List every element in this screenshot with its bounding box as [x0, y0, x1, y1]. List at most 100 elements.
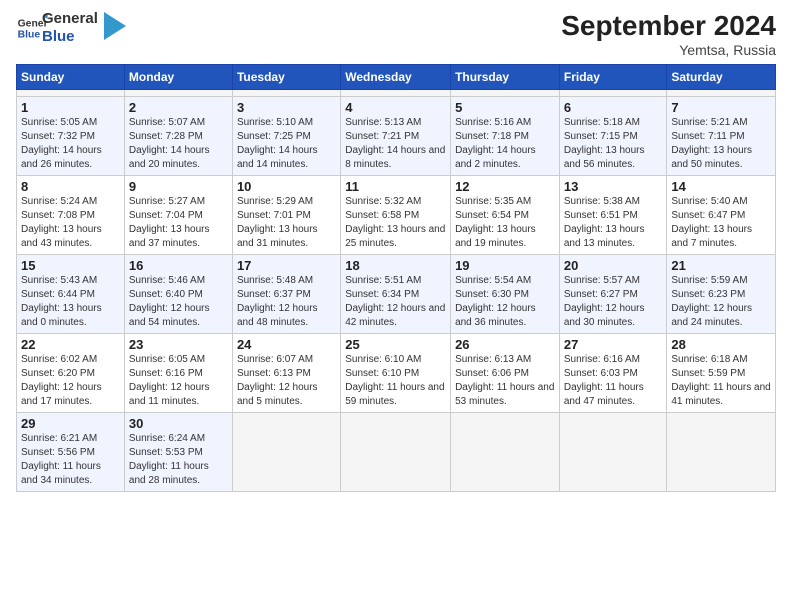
cell-day-number: 30	[129, 416, 228, 431]
cell-info: Sunrise: 6:05 AMSunset: 6:16 PMDaylight:…	[129, 353, 228, 409]
location: Yemtsa, Russia	[561, 42, 776, 58]
day-header-friday: Friday	[559, 65, 667, 90]
calendar-week-row: 1Sunrise: 5:05 AMSunset: 7:32 PMDaylight…	[17, 97, 776, 176]
cell-info: Sunrise: 5:27 AMSunset: 7:04 PMDaylight:…	[129, 195, 228, 251]
calendar-cell	[124, 90, 232, 97]
cell-day-number: 18	[345, 258, 446, 273]
calendar-cell	[451, 413, 560, 492]
cell-day-number: 12	[455, 179, 555, 194]
svg-text:Blue: Blue	[18, 30, 41, 41]
logo-arrow-icon	[104, 12, 126, 40]
day-header-sunday: Sunday	[17, 65, 125, 90]
calendar-cell: 19Sunrise: 5:54 AMSunset: 6:30 PMDayligh…	[451, 255, 560, 334]
logo-general: General	[42, 10, 98, 28]
calendar-cell	[341, 413, 451, 492]
cell-day-number: 21	[671, 258, 771, 273]
cell-day-number: 23	[129, 337, 228, 352]
cell-info: Sunrise: 5:59 AMSunset: 6:23 PMDaylight:…	[671, 274, 771, 330]
cell-info: Sunrise: 5:07 AMSunset: 7:28 PMDaylight:…	[129, 116, 228, 172]
cell-day-number: 1	[21, 100, 120, 115]
cell-day-number: 28	[671, 337, 771, 352]
cell-day-number: 29	[21, 416, 120, 431]
cell-info: Sunrise: 6:24 AMSunset: 5:53 PMDaylight:…	[129, 432, 228, 488]
calendar-cell: 16Sunrise: 5:46 AMSunset: 6:40 PMDayligh…	[124, 255, 232, 334]
cell-info: Sunrise: 5:21 AMSunset: 7:11 PMDaylight:…	[671, 116, 771, 172]
calendar-cell: 1Sunrise: 5:05 AMSunset: 7:32 PMDaylight…	[17, 97, 125, 176]
cell-day-number: 15	[21, 258, 120, 273]
page: General Blue General Blue September 2024…	[0, 0, 792, 612]
cell-day-number: 10	[237, 179, 336, 194]
cell-info: Sunrise: 5:10 AMSunset: 7:25 PMDaylight:…	[237, 116, 336, 172]
calendar-cell: 18Sunrise: 5:51 AMSunset: 6:34 PMDayligh…	[341, 255, 451, 334]
calendar-cell: 15Sunrise: 5:43 AMSunset: 6:44 PMDayligh…	[17, 255, 125, 334]
logo: General Blue General Blue	[16, 10, 126, 46]
calendar-week-row	[17, 90, 776, 97]
header: General Blue General Blue September 2024…	[16, 10, 776, 58]
calendar-cell: 25Sunrise: 6:10 AMSunset: 6:10 PMDayligh…	[341, 334, 451, 413]
cell-day-number: 25	[345, 337, 446, 352]
cell-day-number: 19	[455, 258, 555, 273]
cell-info: Sunrise: 6:13 AMSunset: 6:06 PMDaylight:…	[455, 353, 555, 409]
cell-info: Sunrise: 5:24 AMSunset: 7:08 PMDaylight:…	[21, 195, 120, 251]
calendar-cell: 20Sunrise: 5:57 AMSunset: 6:27 PMDayligh…	[559, 255, 667, 334]
calendar-cell	[232, 413, 340, 492]
day-header-wednesday: Wednesday	[341, 65, 451, 90]
cell-day-number: 20	[564, 258, 663, 273]
cell-day-number: 4	[345, 100, 446, 115]
cell-day-number: 13	[564, 179, 663, 194]
calendar-cell: 13Sunrise: 5:38 AMSunset: 6:51 PMDayligh…	[559, 176, 667, 255]
calendar-cell	[232, 90, 340, 97]
calendar-cell: 22Sunrise: 6:02 AMSunset: 6:20 PMDayligh…	[17, 334, 125, 413]
logo-blue: Blue	[42, 28, 98, 46]
calendar-cell: 11Sunrise: 5:32 AMSunset: 6:58 PMDayligh…	[341, 176, 451, 255]
calendar-cell: 7Sunrise: 5:21 AMSunset: 7:11 PMDaylight…	[667, 97, 776, 176]
cell-day-number: 7	[671, 100, 771, 115]
calendar-week-row: 29Sunrise: 6:21 AMSunset: 5:56 PMDayligh…	[17, 413, 776, 492]
cell-day-number: 11	[345, 179, 446, 194]
calendar-cell: 30Sunrise: 6:24 AMSunset: 5:53 PMDayligh…	[124, 413, 232, 492]
cell-info: Sunrise: 5:54 AMSunset: 6:30 PMDaylight:…	[455, 274, 555, 330]
calendar-cell: 4Sunrise: 5:13 AMSunset: 7:21 PMDaylight…	[341, 97, 451, 176]
calendar-week-row: 22Sunrise: 6:02 AMSunset: 6:20 PMDayligh…	[17, 334, 776, 413]
calendar-cell	[667, 413, 776, 492]
calendar-cell: 2Sunrise: 5:07 AMSunset: 7:28 PMDaylight…	[124, 97, 232, 176]
cell-day-number: 27	[564, 337, 663, 352]
cell-day-number: 14	[671, 179, 771, 194]
day-header-monday: Monday	[124, 65, 232, 90]
calendar-cell: 26Sunrise: 6:13 AMSunset: 6:06 PMDayligh…	[451, 334, 560, 413]
calendar-cell: 5Sunrise: 5:16 AMSunset: 7:18 PMDaylight…	[451, 97, 560, 176]
calendar-header-row: SundayMondayTuesdayWednesdayThursdayFrid…	[17, 65, 776, 90]
cell-day-number: 17	[237, 258, 336, 273]
calendar-cell: 21Sunrise: 5:59 AMSunset: 6:23 PMDayligh…	[667, 255, 776, 334]
cell-info: Sunrise: 5:29 AMSunset: 7:01 PMDaylight:…	[237, 195, 336, 251]
cell-info: Sunrise: 5:46 AMSunset: 6:40 PMDaylight:…	[129, 274, 228, 330]
calendar-cell: 12Sunrise: 5:35 AMSunset: 6:54 PMDayligh…	[451, 176, 560, 255]
calendar-cell: 27Sunrise: 6:16 AMSunset: 6:03 PMDayligh…	[559, 334, 667, 413]
cell-info: Sunrise: 5:18 AMSunset: 7:15 PMDaylight:…	[564, 116, 663, 172]
cell-day-number: 24	[237, 337, 336, 352]
calendar-cell: 10Sunrise: 5:29 AMSunset: 7:01 PMDayligh…	[232, 176, 340, 255]
calendar-cell	[341, 90, 451, 97]
calendar-table: SundayMondayTuesdayWednesdayThursdayFrid…	[16, 64, 776, 492]
cell-info: Sunrise: 5:51 AMSunset: 6:34 PMDaylight:…	[345, 274, 446, 330]
calendar-cell	[667, 90, 776, 97]
calendar-cell	[17, 90, 125, 97]
cell-info: Sunrise: 6:18 AMSunset: 5:59 PMDaylight:…	[671, 353, 771, 409]
calendar-cell	[559, 413, 667, 492]
cell-day-number: 6	[564, 100, 663, 115]
cell-info: Sunrise: 5:43 AMSunset: 6:44 PMDaylight:…	[21, 274, 120, 330]
calendar-cell: 28Sunrise: 6:18 AMSunset: 5:59 PMDayligh…	[667, 334, 776, 413]
cell-info: Sunrise: 6:16 AMSunset: 6:03 PMDaylight:…	[564, 353, 663, 409]
cell-info: Sunrise: 6:21 AMSunset: 5:56 PMDaylight:…	[21, 432, 120, 488]
calendar-cell: 14Sunrise: 5:40 AMSunset: 6:47 PMDayligh…	[667, 176, 776, 255]
cell-day-number: 2	[129, 100, 228, 115]
cell-day-number: 26	[455, 337, 555, 352]
cell-day-number: 16	[129, 258, 228, 273]
calendar-cell: 17Sunrise: 5:48 AMSunset: 6:37 PMDayligh…	[232, 255, 340, 334]
cell-day-number: 3	[237, 100, 336, 115]
cell-day-number: 9	[129, 179, 228, 194]
cell-info: Sunrise: 6:02 AMSunset: 6:20 PMDaylight:…	[21, 353, 120, 409]
calendar-cell: 9Sunrise: 5:27 AMSunset: 7:04 PMDaylight…	[124, 176, 232, 255]
month-title: September 2024	[561, 10, 776, 42]
calendar-cell: 6Sunrise: 5:18 AMSunset: 7:15 PMDaylight…	[559, 97, 667, 176]
